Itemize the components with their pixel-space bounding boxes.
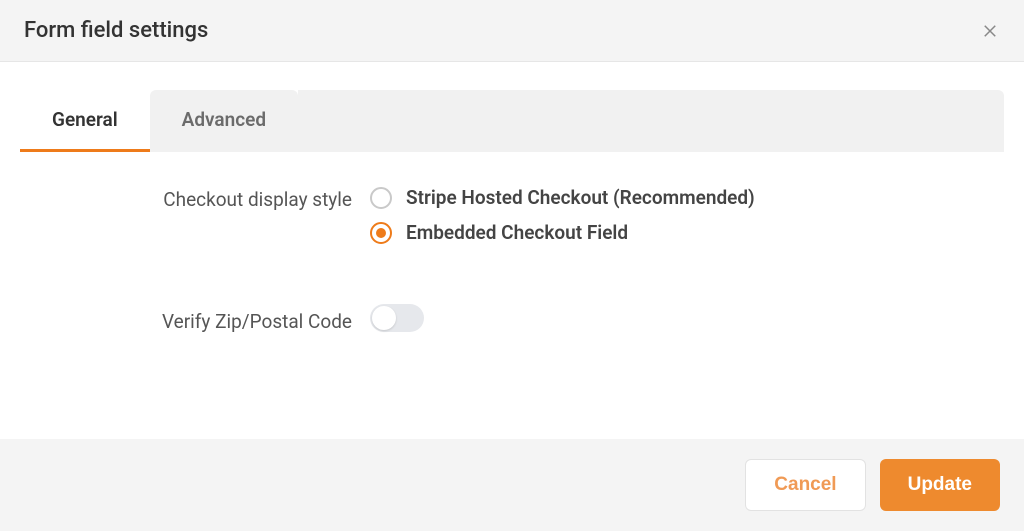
tabs: General Advanced [20, 90, 1004, 152]
toggle-knob [372, 306, 396, 330]
radio-label-embedded: Embedded Checkout Field [406, 221, 628, 244]
radio-label-hosted: Stripe Hosted Checkout (Recommended) [406, 186, 755, 209]
radio-icon [370, 187, 392, 209]
field-checkout-display-style: Checkout display style Stripe Hosted Che… [20, 186, 1004, 256]
radio-option-hosted[interactable]: Stripe Hosted Checkout (Recommended) [370, 186, 1004, 209]
modal-footer: Cancel Update [0, 439, 1024, 531]
update-button[interactable]: Update [880, 459, 1000, 511]
tab-advanced[interactable]: Advanced [150, 90, 298, 152]
close-icon [981, 22, 999, 40]
modal-title: Form field settings [24, 18, 208, 43]
radio-icon [370, 222, 392, 244]
tab-general[interactable]: General [20, 90, 150, 152]
settings-panel: Checkout display style Stripe Hosted Che… [20, 152, 1004, 333]
field-control-checkout-display-style: Stripe Hosted Checkout (Recommended) Emb… [370, 186, 1004, 256]
field-control-verify-zip [370, 304, 1004, 332]
field-verify-zip: Verify Zip/Postal Code [20, 304, 1004, 333]
close-button[interactable] [980, 21, 1000, 41]
field-label-verify-zip: Verify Zip/Postal Code [20, 304, 370, 333]
toggle-verify-zip[interactable] [370, 304, 424, 332]
radio-option-embedded[interactable]: Embedded Checkout Field [370, 221, 1004, 244]
form-field-settings-modal: Form field settings General Advanced Che… [0, 0, 1024, 531]
field-label-checkout-display-style: Checkout display style [20, 186, 370, 211]
modal-header: Form field settings [0, 0, 1024, 62]
modal-body: General Advanced Checkout display style … [0, 62, 1024, 439]
tab-spacer [298, 90, 1004, 152]
cancel-button[interactable]: Cancel [745, 459, 865, 511]
